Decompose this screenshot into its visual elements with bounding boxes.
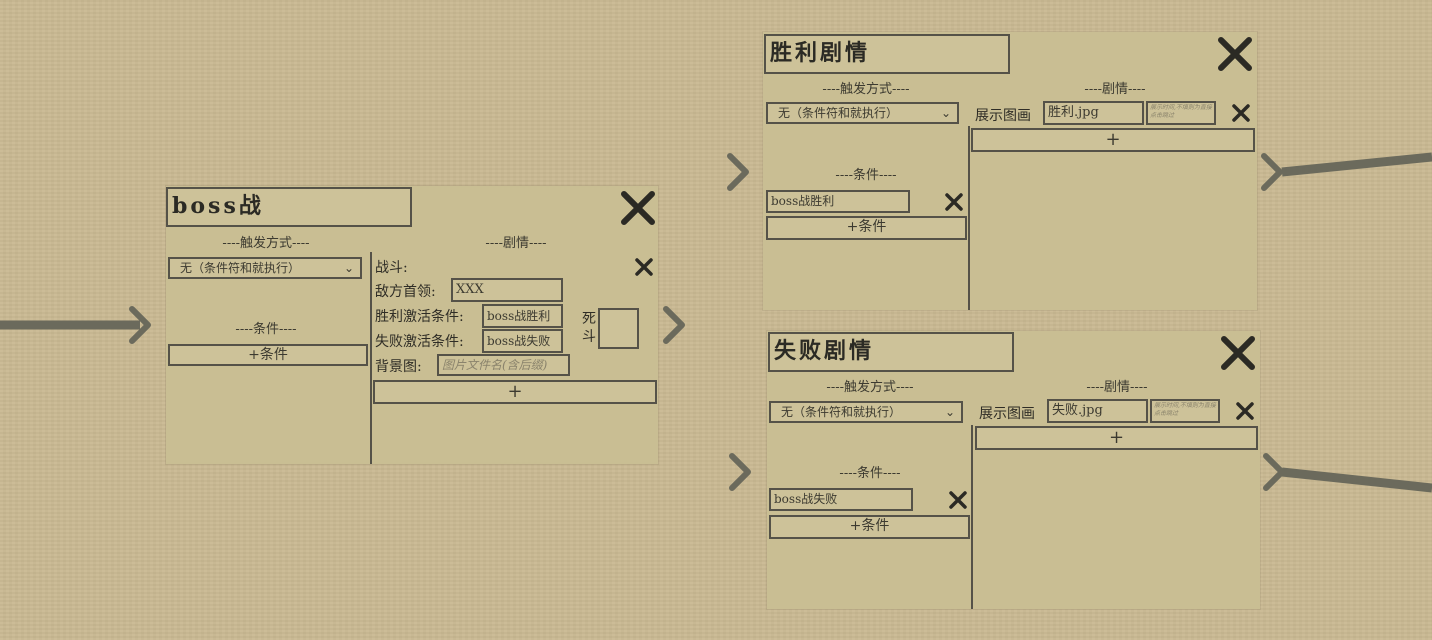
battle-label: 战斗: xyxy=(375,260,408,276)
conditions-section-label: ----条件---- xyxy=(235,322,297,337)
win-condition-field[interactable]: boss战胜利 xyxy=(482,304,563,328)
condition-field[interactable]: boss战胜利 xyxy=(766,190,910,213)
trigger-section-label: ----触发方式---- xyxy=(822,82,910,97)
defeat-input-port-icon[interactable] xyxy=(726,450,756,494)
background-field[interactable]: 图片文件名(含后缀) xyxy=(437,354,570,376)
output-wire-defeat xyxy=(1281,467,1432,493)
show-image-label: 展示图画 xyxy=(979,406,1035,422)
trigger-section-label: ----触发方式---- xyxy=(826,380,914,395)
defeat-output-port-icon[interactable] xyxy=(1260,450,1290,494)
victory-input-port-icon[interactable] xyxy=(724,150,754,194)
node-title[interactable]: 失败剧情 xyxy=(768,332,1014,372)
add-condition-button[interactable]: +条件 xyxy=(766,216,967,240)
boss-input-port-icon[interactable] xyxy=(126,303,156,347)
delete-story-icon[interactable] xyxy=(1234,400,1256,422)
column-divider xyxy=(968,126,970,310)
chevron-down-icon: ⌄ xyxy=(343,261,354,275)
image-field[interactable]: 失败.jpg xyxy=(1047,399,1148,423)
add-story-button[interactable]: + xyxy=(971,128,1255,152)
delete-condition-icon[interactable] xyxy=(947,489,969,511)
add-condition-button[interactable]: +条件 xyxy=(769,515,970,539)
trigger-section-label: ----触发方式---- xyxy=(222,236,310,251)
time-hint-field[interactable]: 展示时间,不填则为直接点击跳过 xyxy=(1146,101,1216,125)
output-wire-victory xyxy=(1281,152,1432,177)
boss-node: boss战 ----触发方式---- 无（条件符和就执行） ⌄ ----条件--… xyxy=(166,186,658,464)
time-hint-field[interactable]: 展示时间,不填则为直接点击跳过 xyxy=(1150,399,1220,423)
delete-story-icon[interactable] xyxy=(633,256,655,278)
show-image-label: 展示图画 xyxy=(975,108,1031,124)
trigger-select[interactable]: 无（条件符和就执行） ⌄ xyxy=(769,401,963,423)
trigger-select-value: 无（条件符和就执行） xyxy=(180,261,301,275)
win-condition-label: 胜利激活条件: xyxy=(375,309,464,325)
enemy-leader-field[interactable]: XXX xyxy=(451,278,563,302)
condition-field[interactable]: boss战失败 xyxy=(769,488,913,511)
close-node-icon[interactable] xyxy=(618,188,658,228)
victory-node: 胜利剧情 ----触发方式---- 无（条件符和就执行） ⌄ ----条件---… xyxy=(763,32,1257,310)
add-story-button[interactable]: + xyxy=(373,380,657,404)
trigger-select-value: 无（条件符和就执行） xyxy=(778,106,899,120)
node-title[interactable]: boss战 xyxy=(166,187,412,227)
death-fight-label: 死斗 xyxy=(582,311,596,345)
story-section-label: ----剧情---- xyxy=(1086,380,1148,395)
story-section-label: ----剧情---- xyxy=(485,236,547,251)
delete-story-icon[interactable] xyxy=(1230,102,1252,124)
close-node-icon[interactable] xyxy=(1215,34,1255,74)
add-story-button[interactable]: + xyxy=(975,426,1258,450)
add-condition-button[interactable]: +条件 xyxy=(168,344,368,366)
defeat-node: 失败剧情 ----触发方式---- 无（条件符和就执行） ⌄ ----条件---… xyxy=(767,331,1260,609)
column-divider xyxy=(971,425,973,609)
trigger-select-value: 无（条件符和就执行） xyxy=(781,405,902,419)
enemy-leader-label: 敌方首领: xyxy=(375,284,436,300)
trigger-select[interactable]: 无（条件符和就执行） ⌄ xyxy=(766,102,959,124)
death-fight-checkbox[interactable] xyxy=(598,308,639,349)
lose-condition-label: 失败激活条件: xyxy=(375,334,464,350)
chevron-down-icon: ⌄ xyxy=(944,405,955,419)
background-label: 背景图: xyxy=(375,359,422,375)
victory-output-port-icon[interactable] xyxy=(1258,150,1288,194)
conditions-section-label: ----条件---- xyxy=(835,168,897,183)
lose-condition-field[interactable]: boss战失败 xyxy=(482,329,563,353)
trigger-select[interactable]: 无（条件符和就执行） ⌄ xyxy=(168,257,362,279)
story-section-label: ----剧情---- xyxy=(1084,82,1146,97)
column-divider xyxy=(370,252,372,464)
image-field[interactable]: 胜利.jpg xyxy=(1043,101,1144,125)
node-title[interactable]: 胜利剧情 xyxy=(764,34,1010,74)
chevron-down-icon: ⌄ xyxy=(940,106,951,120)
delete-condition-icon[interactable] xyxy=(943,191,965,213)
close-node-icon[interactable] xyxy=(1218,333,1258,373)
boss-output-port-icon[interactable] xyxy=(660,303,690,347)
conditions-section-label: ----条件---- xyxy=(839,466,901,481)
